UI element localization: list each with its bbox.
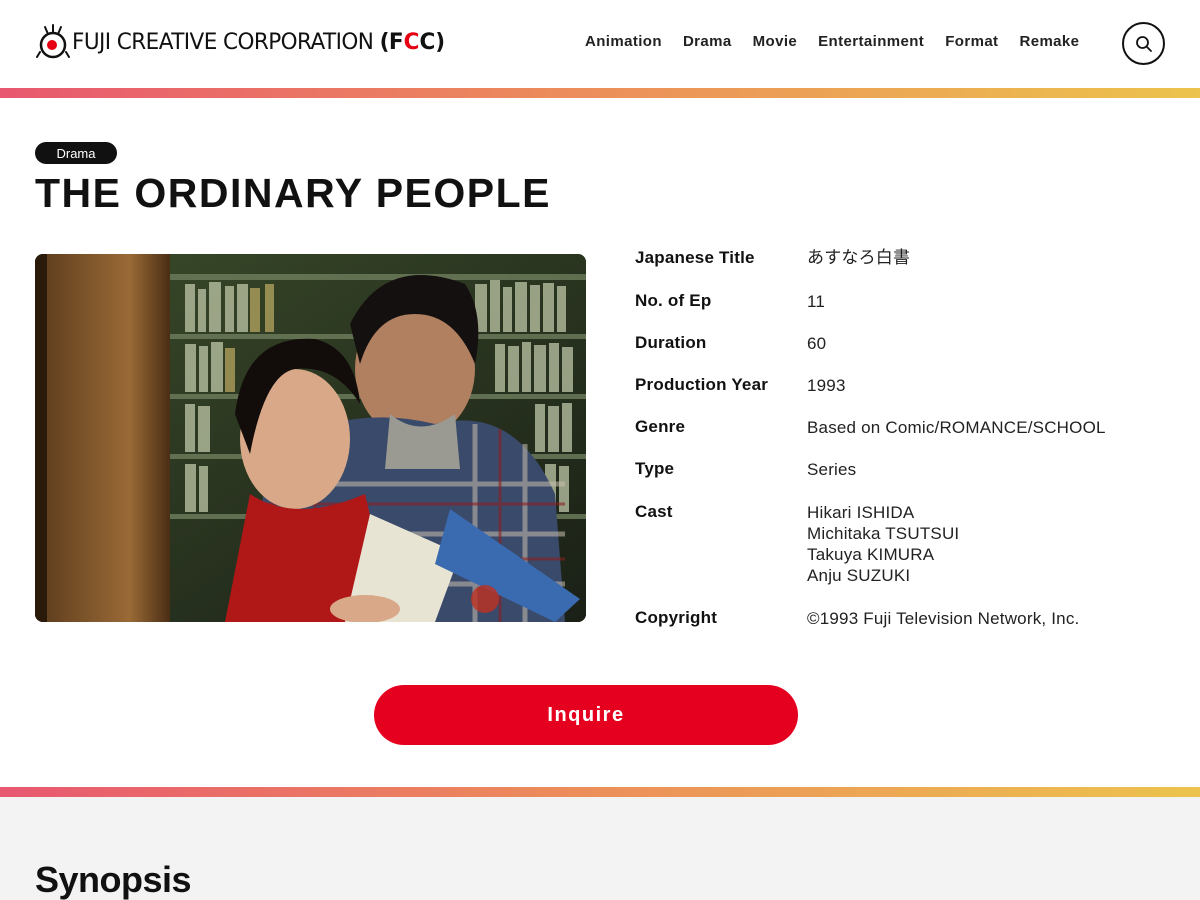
detail-value: Series — [807, 460, 857, 479]
detail-label: Japanese Title — [635, 248, 755, 267]
detail-label: Type — [635, 459, 675, 478]
synopsis-section: Synopsis — [0, 797, 1200, 900]
detail-value: ©1993 Fuji Television Network, Inc. — [807, 609, 1080, 628]
detail-row-production-year: Production Year 1993 — [635, 375, 846, 396]
site-header: FUJI CREATIVE CORPORATION (FCC) Animatio… — [0, 0, 1200, 88]
detail-label: Genre — [635, 417, 686, 436]
search-button[interactable] — [1122, 22, 1165, 65]
nav-entertainment[interactable]: Entertainment — [818, 33, 924, 50]
nav-format[interactable]: Format — [945, 33, 998, 50]
section-gradient-divider — [0, 787, 1200, 797]
cast-list: Hikari ISHIDA Michitaka TSUTSUI Takuya K… — [807, 502, 959, 586]
nav-remake[interactable]: Remake — [1019, 33, 1079, 50]
detail-row-type: Type Series — [635, 459, 856, 480]
nav-animation[interactable]: Animation — [585, 33, 662, 50]
detail-value: Based on Comic/ROMANCE/SCHOOL — [807, 418, 1106, 437]
cast-member: Hikari ISHIDA — [807, 503, 915, 522]
logo-wordmark: FUJI CREATIVE CORPORATION (FCC) — [72, 29, 445, 55]
nav-movie[interactable]: Movie — [753, 33, 798, 50]
detail-value: 1993 — [807, 376, 846, 395]
detail-row-episodes: No. of Ep 11 — [635, 291, 825, 312]
detail-label: Copyright — [635, 608, 718, 627]
detail-row-copyright: Copyright ©1993 Fuji Television Network,… — [635, 608, 1079, 629]
detail-label: Duration — [635, 333, 707, 352]
cast-member: Anju SUZUKI — [807, 566, 911, 585]
header-gradient-divider — [0, 88, 1200, 98]
detail-row-genre: Genre Based on Comic/ROMANCE/SCHOOL — [635, 417, 1106, 438]
detail-value: 11 — [807, 292, 826, 311]
detail-row-cast: Cast Hikari ISHIDA Michitaka TSUTSUI Tak… — [635, 502, 959, 586]
cast-member: Michitaka TSUTSUI — [807, 524, 960, 543]
main-nav: Animation Drama Movie Entertainment Form… — [585, 33, 1100, 50]
detail-value: あすなろ白書 — [807, 248, 911, 268]
detail-label: Cast — [635, 502, 673, 521]
synopsis-heading: Synopsis — [35, 859, 192, 900]
detail-label: Production Year — [635, 375, 769, 394]
detail-row-duration: Duration 60 — [635, 333, 826, 354]
cast-member: Takuya KIMURA — [807, 545, 935, 564]
title-key-visual — [35, 254, 586, 622]
inquire-button[interactable]: Inquire — [374, 685, 798, 745]
detail-label: No. of Ep — [635, 291, 712, 310]
category-badge[interactable]: Drama — [35, 142, 117, 164]
fcc-mascot-icon — [36, 24, 70, 60]
detail-row-japanese-title: Japanese Title あすなろ白書 — [635, 248, 910, 269]
detail-value: 60 — [807, 334, 827, 353]
page-title: THE ORDINARY PEOPLE — [35, 170, 552, 216]
nav-drama[interactable]: Drama — [683, 33, 732, 50]
search-icon — [1135, 35, 1152, 52]
site-logo[interactable]: FUJI CREATIVE CORPORATION (FCC) — [36, 22, 452, 62]
